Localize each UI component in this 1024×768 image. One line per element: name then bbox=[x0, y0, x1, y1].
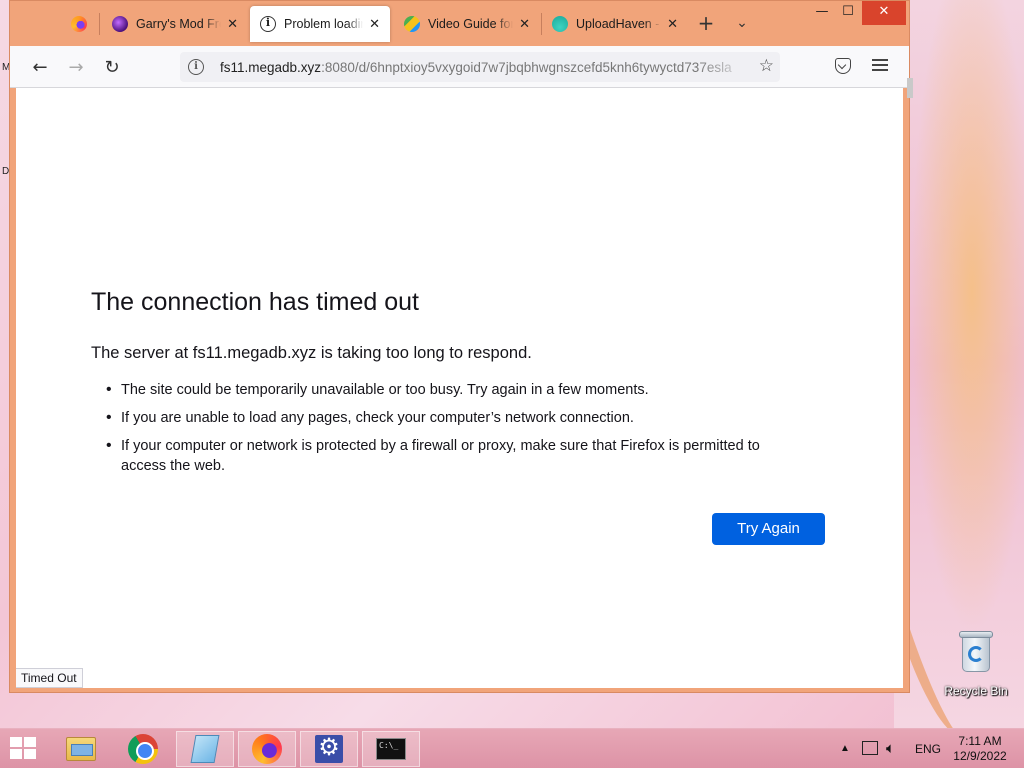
command-prompt-icon: C:\_ bbox=[376, 738, 406, 760]
forward-button[interactable]: → bbox=[62, 54, 90, 82]
tab-uploadhaven[interactable]: UploadHaven - F ✕ bbox=[542, 6, 688, 42]
hamburger-menu-icon[interactable] bbox=[872, 59, 888, 71]
navigation-toolbar: ← → ↻ i fs11.megadb.xyz:8080/d/6hnptxioy… bbox=[10, 46, 909, 88]
tab-video-guide[interactable]: Video Guide for I ✕ bbox=[394, 6, 540, 42]
tab-strip: Garry's Mod Free ✕ Problem loading ✕ Vid… bbox=[10, 1, 909, 46]
settings-icon bbox=[315, 733, 343, 763]
gmod-icon bbox=[112, 16, 128, 32]
scrollbar[interactable] bbox=[907, 78, 913, 663]
try-again-button[interactable]: Try Again bbox=[712, 513, 825, 545]
taskbar-firefox[interactable] bbox=[238, 731, 296, 767]
reload-icon: ↻ bbox=[104, 57, 120, 78]
taskbar-notepad[interactable] bbox=[176, 731, 234, 767]
chrome-icon bbox=[128, 734, 158, 764]
close-tab-icon[interactable]: ✕ bbox=[227, 16, 238, 32]
arrow-right-icon: → bbox=[68, 57, 84, 78]
list-item: If your computer or network is protected… bbox=[106, 436, 806, 476]
tab-problem-loading[interactable]: Problem loading ✕ bbox=[250, 6, 390, 42]
list-all-tabs-button[interactable]: ⌄ bbox=[730, 11, 754, 35]
recycle-bin-label: Recycle Bin bbox=[944, 684, 1008, 698]
cube-icon bbox=[404, 16, 420, 32]
new-tab-button[interactable]: + bbox=[694, 11, 718, 35]
error-description: The server at fs11.megadb.xyz is taking … bbox=[91, 344, 532, 362]
error-title: The connection has timed out bbox=[91, 288, 419, 316]
taskbar-file-explorer[interactable] bbox=[52, 731, 110, 767]
tab-title: Video Guide for I bbox=[428, 17, 514, 31]
maximize-button[interactable]: ☐ bbox=[832, 1, 864, 25]
scrollbar-thumb[interactable] bbox=[907, 78, 913, 98]
uploadhaven-icon bbox=[552, 16, 568, 32]
close-tab-icon[interactable]: ✕ bbox=[667, 16, 678, 32]
taskbar: C:\_ ▲ 🔈︎ ENG 7:11 AM 12/9/2022 bbox=[0, 728, 1024, 768]
input-language[interactable]: ENG bbox=[915, 729, 941, 768]
url-host: fs11.megadb.xyz bbox=[220, 59, 322, 75]
show-hidden-icons-button[interactable]: ▲ bbox=[840, 729, 850, 768]
windows-logo-icon bbox=[10, 737, 22, 747]
clock-date: 12/9/2022 bbox=[953, 749, 1007, 763]
firefox-window: Garry's Mod Free ✕ Problem loading ✕ Vid… bbox=[9, 0, 913, 693]
file-explorer-icon bbox=[66, 737, 96, 761]
tab-title: Garry's Mod Free bbox=[136, 17, 221, 31]
status-bar: Timed Out bbox=[16, 668, 83, 688]
url-path: :8080/d/6hnptxioy5vxygoid7w7jbqbhwgnszce… bbox=[321, 59, 732, 75]
address-bar[interactable]: i fs11.megadb.xyz:8080/d/6hnptxioy5vxygo… bbox=[180, 52, 780, 82]
taskbar-command-prompt[interactable]: C:\_ bbox=[362, 731, 420, 767]
close-window-button[interactable]: ✕ bbox=[862, 1, 906, 25]
list-item: If you are unable to load any pages, che… bbox=[106, 408, 806, 428]
list-item: The site could be temporarily unavailabl… bbox=[106, 380, 806, 400]
recycle-bin-icon bbox=[959, 628, 993, 674]
close-tab-icon[interactable]: ✕ bbox=[369, 16, 380, 32]
firefox-icon bbox=[252, 734, 282, 764]
volume-icon[interactable]: 🔈︎ bbox=[886, 729, 895, 768]
page-content: The connection has timed out The server … bbox=[16, 88, 903, 688]
network-icon[interactable] bbox=[862, 741, 878, 755]
info-icon bbox=[260, 16, 276, 32]
arrow-left-icon: ← bbox=[32, 57, 48, 78]
pocket-icon[interactable] bbox=[835, 58, 851, 74]
tab-garrys-mod[interactable]: Garry's Mod Free ✕ bbox=[102, 6, 248, 42]
bookmark-star-icon[interactable]: ☆ bbox=[759, 56, 774, 76]
url-text[interactable]: fs11.megadb.xyz:8080/d/6hnptxioy5vxygoid… bbox=[220, 60, 750, 75]
clock-time: 7:11 AM bbox=[958, 734, 1002, 748]
close-tab-icon[interactable]: ✕ bbox=[519, 16, 530, 32]
firefox-icon bbox=[71, 16, 87, 32]
error-suggestions: The site could be temporarily unavailabl… bbox=[106, 380, 806, 484]
tab-firefox-home[interactable] bbox=[56, 6, 102, 42]
reload-button[interactable]: ↻ bbox=[98, 54, 126, 82]
clock[interactable]: 7:11 AM 12/9/2022 bbox=[952, 729, 1008, 768]
notepad-icon bbox=[190, 735, 220, 763]
taskbar-chrome[interactable] bbox=[114, 731, 172, 767]
tab-title: Problem loading bbox=[284, 17, 363, 31]
tab-title: UploadHaven - F bbox=[576, 17, 662, 31]
taskbar-settings[interactable] bbox=[300, 731, 358, 767]
recycle-bin[interactable]: Recycle Bin bbox=[940, 628, 1012, 698]
start-button[interactable] bbox=[10, 737, 38, 761]
back-button[interactable]: ← bbox=[26, 54, 54, 82]
site-info-icon[interactable]: i bbox=[188, 59, 204, 75]
